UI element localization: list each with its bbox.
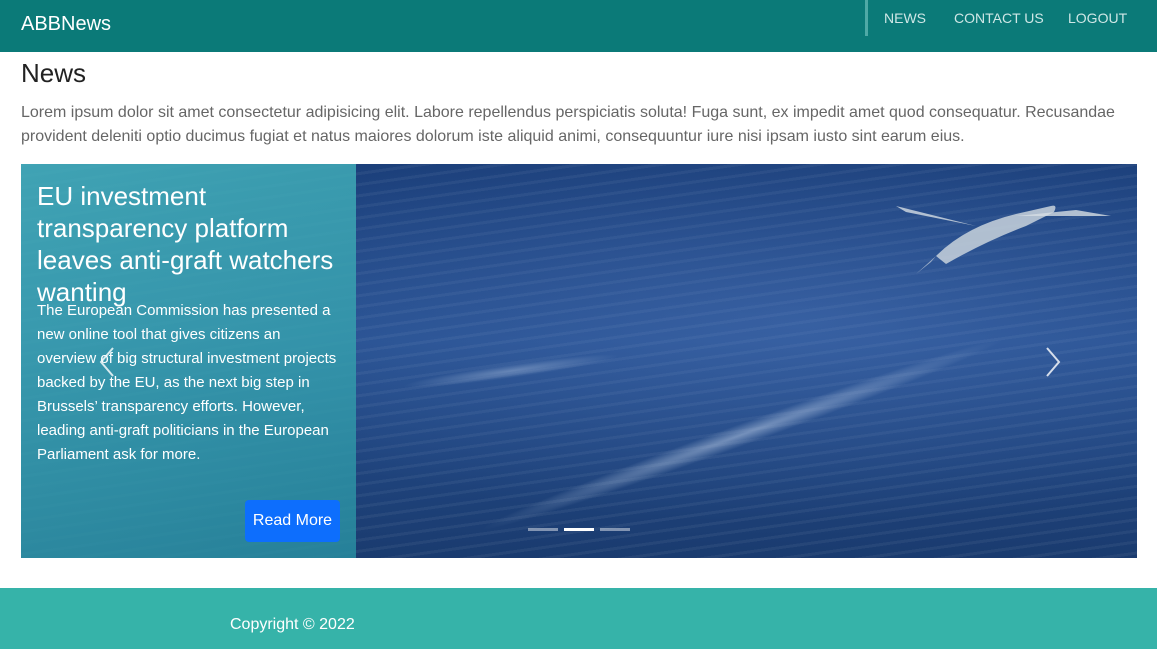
carousel-indicator[interactable] <box>600 528 630 531</box>
nav-divider <box>865 0 868 36</box>
slide-text: The European Commission has presented a … <box>37 302 337 463</box>
brand-logo[interactable]: ABBNews <box>21 12 111 36</box>
carousel-prev-control[interactable] <box>95 344 119 380</box>
water-wake <box>401 348 621 394</box>
chevron-left-icon <box>99 347 114 377</box>
carousel-next-control[interactable] <box>1041 344 1065 380</box>
page-title: News <box>21 58 87 88</box>
nav-link-news[interactable]: NEWS <box>884 10 926 26</box>
carousel-indicator[interactable] <box>528 528 558 531</box>
chevron-right-icon <box>1046 347 1061 377</box>
read-more-button[interactable]: Read More <box>245 500 340 542</box>
intro-paragraph: Lorem ipsum dolor sit amet consectetur a… <box>21 104 1115 145</box>
nav-link-logout[interactable]: LOGOUT <box>1068 10 1127 26</box>
navbar: ABBNews NEWS CONTACT US LOGOUT <box>0 0 1157 52</box>
carousel-indicators <box>528 528 638 534</box>
flying-fish-image <box>896 205 1111 274</box>
news-carousel: EU investment transparency platform leav… <box>21 164 1137 558</box>
carousel-indicator[interactable] <box>564 528 594 531</box>
slide-title: EU investment transparency platform leav… <box>37 181 334 307</box>
copyright-text: Copyright © 2022 <box>230 616 355 633</box>
slide-caption: EU investment transparency platform leav… <box>21 164 356 558</box>
footer: Copyright © 2022 <box>0 588 1157 649</box>
nav-link-contact-us[interactable]: CONTACT US <box>954 10 1044 26</box>
